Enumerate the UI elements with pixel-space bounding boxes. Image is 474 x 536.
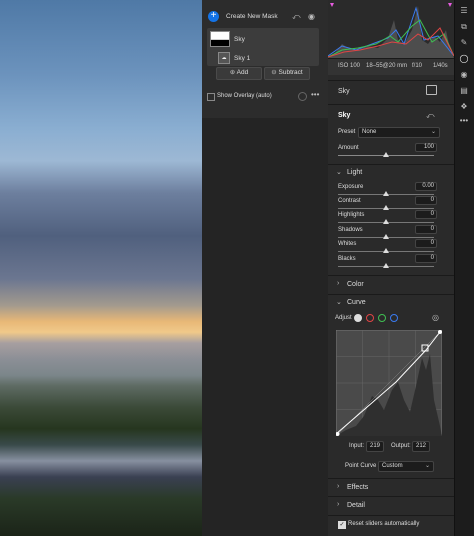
divider xyxy=(328,275,454,277)
create-mask-icon[interactable]: + xyxy=(208,11,219,22)
adjust-label: Adjust xyxy=(335,315,352,321)
blacks-knob[interactable] xyxy=(383,263,389,268)
divider xyxy=(328,164,454,166)
chevron-right-icon[interactable]: › xyxy=(337,501,339,508)
divider xyxy=(328,104,454,106)
blacks-value[interactable]: 0 xyxy=(415,254,437,263)
eye-icon[interactable]: ◉ xyxy=(308,12,315,21)
right-toolbar xyxy=(454,0,474,536)
divider xyxy=(328,478,454,480)
reset-sliders-checkbox[interactable]: ✓ xyxy=(338,521,346,529)
more-icon[interactable]: ••• xyxy=(311,90,319,99)
whites-knob[interactable] xyxy=(383,248,389,253)
crop-icon[interactable] xyxy=(426,85,437,95)
masks-panel: + Create New Mask ⤺ ◉ Sky ☁ Sky 1 ⊕ Add … xyxy=(202,0,329,118)
lens-value: 18–55@20 mm xyxy=(366,63,408,69)
shadows-label: Shadows xyxy=(338,227,363,233)
channel-green-icon[interactable] xyxy=(378,314,386,322)
contrast-value[interactable]: 0 xyxy=(415,196,437,205)
mask-name[interactable]: Sky xyxy=(234,36,245,43)
output-value[interactable]: 212 xyxy=(412,441,430,452)
amount-knob[interactable] xyxy=(383,152,389,157)
highlights-knob[interactable] xyxy=(383,219,389,224)
redeye-icon[interactable]: ◉ xyxy=(458,70,470,79)
chevron-right-icon[interactable]: › xyxy=(337,483,339,490)
contrast-knob[interactable] xyxy=(383,205,389,210)
output-label: Output: xyxy=(391,443,411,449)
detail-section-title[interactable]: Detail xyxy=(347,502,365,509)
amount-value[interactable]: 100 xyxy=(415,143,437,152)
channel-red-icon[interactable] xyxy=(366,314,374,322)
shutter-value: 1/40s xyxy=(433,63,448,69)
shadows-value[interactable]: 0 xyxy=(415,225,437,234)
point-curve-select[interactable]: Custom ⌄ xyxy=(378,461,434,472)
light-section-title[interactable]: Light xyxy=(347,169,362,176)
iso-value: ISO 100 xyxy=(338,63,361,69)
color-section-title[interactable]: Color xyxy=(347,281,364,288)
reset-icon[interactable]: ⤺ xyxy=(292,12,301,22)
divider xyxy=(328,294,454,296)
show-overlay-checkbox[interactable] xyxy=(207,93,215,101)
add-icon: ⊕ xyxy=(229,69,237,76)
chevron-right-icon[interactable]: › xyxy=(337,280,339,287)
contrast-label: Contrast xyxy=(338,198,361,204)
show-overlay-label: Show Overlay (auto) xyxy=(217,93,272,99)
chevron-down-icon: ⌄ xyxy=(430,129,436,135)
preset-select[interactable]: None ⌄ xyxy=(358,127,440,138)
aperture-value: f/10 xyxy=(412,63,423,69)
chevron-down-icon[interactable]: ⌄ xyxy=(336,168,342,176)
sky-section-title: Sky xyxy=(338,112,351,119)
sky-mask-icon: ☁ xyxy=(218,52,230,64)
effects-section-title[interactable]: Effects xyxy=(347,484,368,491)
sliders-icon[interactable]: ☰ xyxy=(458,6,470,15)
reset-sliders-label: Reset sliders automatically xyxy=(348,521,420,527)
subtract-icon: ⊖ xyxy=(271,69,279,76)
channel-blue-icon[interactable] xyxy=(390,314,398,322)
sub-mask-name[interactable]: Sky 1 xyxy=(234,55,250,62)
whites-label: Whites xyxy=(338,241,357,247)
blacks-label: Blacks xyxy=(338,256,356,262)
mask-icon[interactable]: ◯ xyxy=(458,54,470,63)
point-curve-label: Point Curve xyxy=(345,463,377,469)
curve-graph[interactable] xyxy=(336,330,442,436)
subtract-button[interactable]: ⊖ Subtract xyxy=(264,67,310,80)
more-options-icon[interactable]: ••• xyxy=(458,116,470,125)
presets-icon[interactable]: ❖ xyxy=(458,102,470,111)
chevron-down-icon: ⌄ xyxy=(424,463,430,469)
divider xyxy=(328,515,454,517)
exposure-knob[interactable] xyxy=(383,191,389,196)
header-sky-title: Sky xyxy=(338,88,350,95)
photo-canvas[interactable] xyxy=(0,0,202,536)
curve-section-title[interactable]: Curve xyxy=(347,299,366,306)
input-value[interactable]: 219 xyxy=(366,441,384,452)
amount-label: Amount xyxy=(338,145,359,151)
shadows-knob[interactable] xyxy=(383,234,389,239)
highlights-label: Highlights xyxy=(338,212,365,218)
add-button[interactable]: ⊕ Add xyxy=(216,67,262,80)
curve-point-white[interactable] xyxy=(438,330,442,334)
reset-sky-icon[interactable]: ⤺ xyxy=(426,111,435,121)
exposure-label: Exposure xyxy=(338,184,364,190)
divider xyxy=(328,496,454,498)
whites-value[interactable]: 0 xyxy=(415,239,437,248)
overlay-color-icon[interactable] xyxy=(298,92,307,101)
histogram xyxy=(328,0,454,58)
crop-tool-icon[interactable]: ⧉ xyxy=(458,22,470,32)
highlights-value[interactable]: 0 xyxy=(415,210,437,219)
exposure-value[interactable]: 0.00 xyxy=(415,182,437,191)
brush-icon[interactable]: ✎ xyxy=(458,38,470,47)
chevron-down-icon[interactable]: ⌄ xyxy=(336,298,342,306)
input-label: Input: xyxy=(349,443,365,449)
mask-thumbnail[interactable] xyxy=(210,31,230,47)
channel-rgb-icon[interactable] xyxy=(354,314,362,322)
empty-panel-area xyxy=(202,118,328,536)
create-new-mask-label[interactable]: Create New Mask xyxy=(226,13,278,20)
layers-icon[interactable]: ▤ xyxy=(458,86,470,95)
target-adjust-icon[interactable]: ◎ xyxy=(432,313,439,322)
preset-label: Preset xyxy=(338,129,356,135)
